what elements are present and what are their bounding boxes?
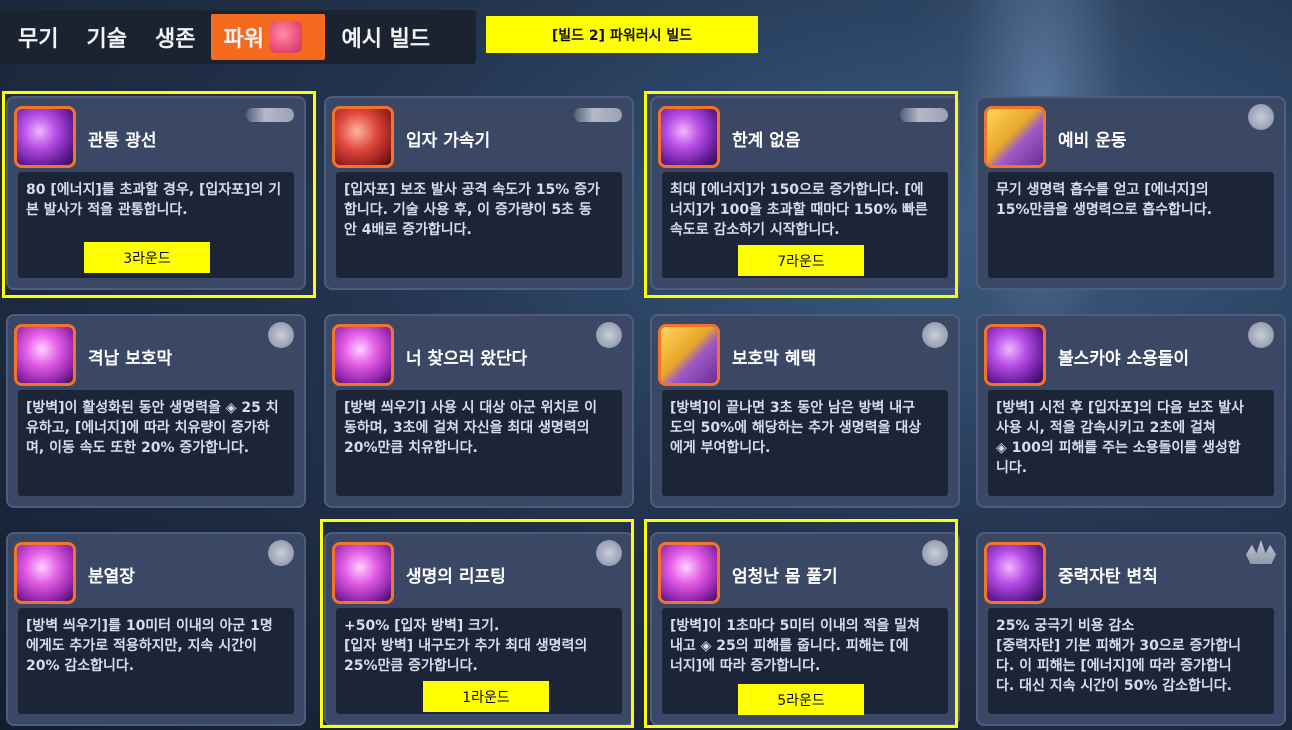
tab-label: 파워 bbox=[223, 27, 264, 52]
category-tabbar: 무기 기술 생존 파워 예시 빌드 bbox=[0, 10, 476, 64]
card-description: 80 [에너지]를 초과할 경우, [입자포]의 기 본 발사가 적을 관통합니… bbox=[26, 182, 282, 218]
tab-label: 예시 빌드 bbox=[341, 27, 431, 52]
round-label: 7라운드 bbox=[738, 245, 864, 276]
power-card-volskaya-vortex[interactable]: 볼스카야 소용돌이 [방벽] 시전 후 [입자포]의 다음 보조 발사 사용 시… bbox=[976, 314, 1286, 508]
card-title: 볼스카야 소용돌이 bbox=[1058, 349, 1190, 369]
no-limit-icon bbox=[658, 106, 720, 168]
card-description: 25% 궁극기 비용 감소 [중력자탄] 기본 피해가 30으로 증가합니 다.… bbox=[996, 618, 1241, 694]
ultimate-category-icon bbox=[1246, 540, 1276, 564]
fission-field-icon bbox=[14, 542, 76, 604]
power-card-particle-accelerator[interactable]: 입자 가속기 [입자포] 보조 발사 공격 속도가 15% 증가 합니다. 기술… bbox=[324, 96, 634, 290]
tab-example-build[interactable]: 예시 빌드 bbox=[329, 14, 442, 60]
card-description: 무기 생명력 흡수를 얻고 [에너지]의 15%만큼을 생명력으로 흡수합니다. bbox=[996, 182, 1213, 218]
particle-accelerator-icon bbox=[332, 106, 394, 168]
power-card-containment-shield[interactable]: 격납 보호막 [방벽]이 활성화된 동안 생명력을 ◈ 25 치 유하고, [에… bbox=[6, 314, 306, 508]
life-lifting-icon bbox=[332, 542, 394, 604]
card-description: [방벽] 시전 후 [입자포]의 다음 보조 발사 사용 시, 적을 감속시키고… bbox=[996, 400, 1245, 476]
card-title: 입자 가속기 bbox=[406, 131, 491, 151]
survival-category-icon bbox=[1248, 104, 1274, 130]
card-description: [방벽 씌우기]를 10미터 이내의 아군 1명 에게도 추가로 적용하지만, … bbox=[26, 618, 273, 674]
power-card-shield-benefit[interactable]: 보호막 혜택 [방벽]이 끝나면 3초 동안 남은 방벽 내구 도의 50%에 … bbox=[650, 314, 960, 508]
power-card-fission-field[interactable]: 분열장 [방벽 씌우기]를 10미터 이내의 아군 1명 에게도 추가로 적용하… bbox=[6, 532, 306, 726]
weapon-category-icon bbox=[246, 108, 294, 122]
tab-ability[interactable]: 기술 bbox=[74, 14, 138, 60]
weapon-category-icon bbox=[900, 108, 948, 122]
power-card-graviton-anomaly[interactable]: 중력자탄 변칙 25% 궁극기 비용 감소 [중력자탄] 기본 피해가 30으로… bbox=[976, 532, 1286, 726]
tab-survival[interactable]: 생존 bbox=[143, 14, 207, 60]
graviton-anomaly-icon bbox=[984, 542, 1046, 604]
survival-category-icon bbox=[1248, 322, 1274, 348]
card-description: 최대 [에너지]가 150으로 증가합니다. [에 너지]가 100을 초과할 … bbox=[670, 182, 928, 238]
power-card-preparatory-exercise[interactable]: 예비 운동 무기 생명력 흡수를 얻고 [에너지]의 15%만큼을 생명력으로 … bbox=[976, 96, 1286, 290]
card-title: 격납 보호막 bbox=[88, 349, 173, 369]
volskaya-vortex-icon bbox=[984, 324, 1046, 386]
im-here-for-you-icon bbox=[332, 324, 394, 386]
card-description: [방벽 씌우기] 사용 시 대상 아군 위치로 이 동하며, 3초에 걸쳐 자신… bbox=[344, 400, 597, 456]
piercing-beam-icon bbox=[14, 106, 76, 168]
power-icon bbox=[269, 21, 302, 53]
round-label: 3라운드 bbox=[84, 242, 210, 273]
tab-label: 기술 bbox=[86, 27, 127, 52]
card-title: 보호막 혜택 bbox=[732, 349, 817, 369]
tab-weapon[interactable]: 무기 bbox=[6, 14, 70, 60]
card-description: [방벽]이 1초마다 5미터 이내의 적을 밀쳐 내고 ◈ 25의 피해를 줍니… bbox=[670, 618, 920, 674]
card-title: 예비 운동 bbox=[1058, 131, 1127, 151]
tab-label: 무기 bbox=[18, 27, 59, 52]
survival-category-icon bbox=[596, 540, 622, 566]
containment-shield-icon bbox=[14, 324, 76, 386]
card-description: [방벽]이 활성화된 동안 생명력을 ◈ 25 치 유하고, [에너지]에 따라… bbox=[26, 400, 279, 456]
major-warmup-icon bbox=[658, 542, 720, 604]
tab-power[interactable]: 파워 bbox=[211, 14, 326, 60]
card-title: 한계 없음 bbox=[732, 131, 801, 151]
card-title: 너 찾으러 왔단다 bbox=[406, 349, 528, 369]
round-label: 5라운드 bbox=[738, 684, 864, 715]
power-card-im-here-for-you[interactable]: 너 찾으러 왔단다 [방벽 씌우기] 사용 시 대상 아군 위치로 이 동하며,… bbox=[324, 314, 634, 508]
survival-category-icon bbox=[922, 540, 948, 566]
shield-benefit-icon bbox=[658, 324, 720, 386]
tab-label: 생존 bbox=[154, 27, 196, 52]
card-title: 중력자탄 변칙 bbox=[1058, 567, 1158, 587]
preparatory-exercise-icon bbox=[984, 106, 1046, 168]
card-title: 관통 광선 bbox=[88, 131, 157, 151]
card-description: [방벽]이 끝나면 3초 동안 남은 방벽 내구 도의 50%에 해당하는 추가… bbox=[670, 400, 922, 456]
card-description: [입자포] 보조 발사 공격 속도가 15% 증가 합니다. 기술 사용 후, … bbox=[344, 182, 600, 238]
survival-category-icon bbox=[268, 322, 294, 348]
survival-category-icon bbox=[922, 322, 948, 348]
survival-category-icon bbox=[268, 540, 294, 566]
build-label: [빌드 2] 파워러시 빌드 bbox=[486, 16, 758, 53]
card-description: +50% [입자 방벽] 크기. [입자 방벽] 내구도가 추가 최대 생명력의… bbox=[344, 618, 588, 674]
card-title: 생명의 리프팅 bbox=[406, 567, 506, 587]
card-title: 엄청난 몸 풀기 bbox=[732, 567, 838, 587]
round-label: 1라운드 bbox=[423, 681, 549, 712]
survival-category-icon bbox=[596, 322, 622, 348]
weapon-category-icon bbox=[574, 108, 622, 122]
card-title: 분열장 bbox=[88, 567, 135, 587]
